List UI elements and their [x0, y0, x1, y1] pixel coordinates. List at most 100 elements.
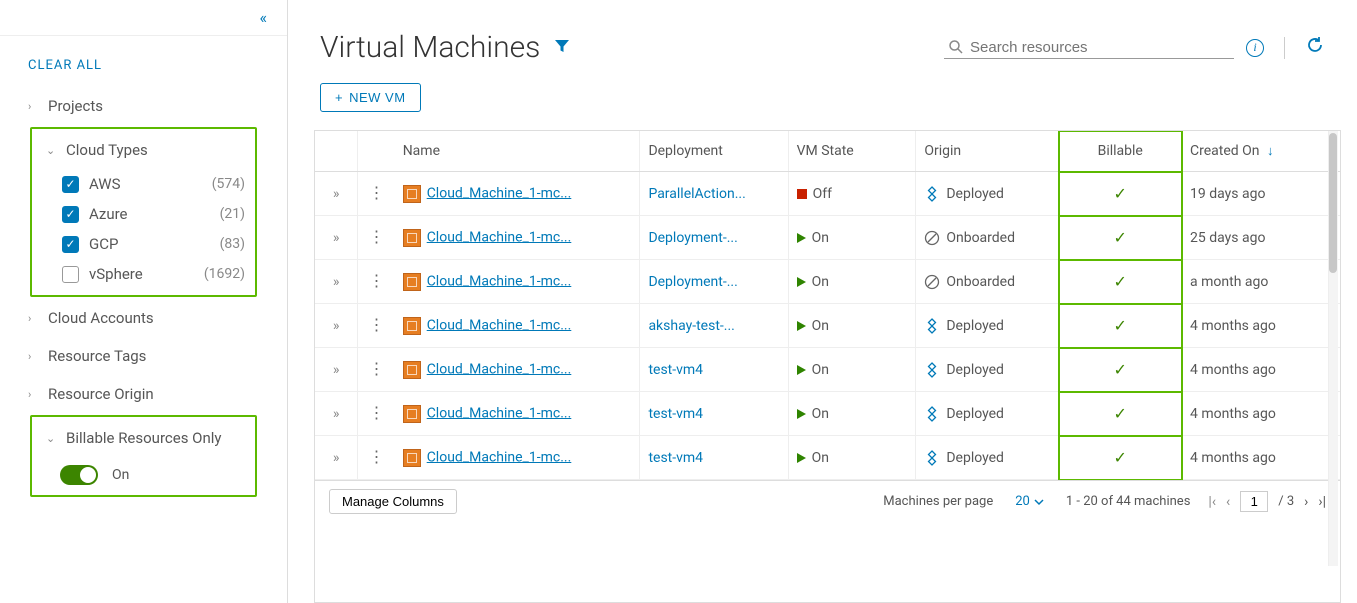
- vm-icon: [403, 405, 421, 423]
- deployment-link[interactable]: Deployment-...: [648, 274, 737, 290]
- origin-icon: [924, 406, 940, 422]
- filter-group-header[interactable]: › Projects: [16, 87, 271, 125]
- table-row: » ⋮ Cloud_Machine_1-mc... akshay-test-... On…: [315, 304, 1340, 348]
- filter-group-header[interactable]: ›Resource Origin: [16, 375, 271, 413]
- scrollbar-track[interactable]: [1328, 131, 1338, 566]
- collapse-sidebar-icon[interactable]: «: [259, 8, 267, 27]
- checkbox[interactable]: ✓: [62, 236, 79, 253]
- col-created[interactable]: Created On ↓: [1182, 131, 1340, 172]
- filter-group-header[interactable]: ⌄Billable Resources Only: [34, 419, 253, 457]
- info-icon[interactable]: i: [1246, 39, 1264, 57]
- row-menu-icon[interactable]: ⋮: [369, 271, 385, 290]
- col-origin[interactable]: Origin: [916, 131, 1059, 172]
- expand-row-icon[interactable]: »: [333, 362, 340, 378]
- deployment-link[interactable]: test-vm4: [648, 450, 703, 466]
- vm-name-link[interactable]: Cloud_Machine_1-mc...: [427, 405, 572, 421]
- checkbox[interactable]: [62, 266, 79, 283]
- scrollbar-thumb[interactable]: [1329, 133, 1337, 273]
- vm-state: On: [812, 318, 829, 334]
- filter-icon[interactable]: [554, 38, 570, 58]
- prev-page-button[interactable]: ‹: [1226, 494, 1230, 510]
- deployment-link[interactable]: ParallelAction...: [648, 186, 745, 202]
- filter-group-label: Cloud Types: [66, 141, 148, 159]
- col-vm-state[interactable]: VM State: [788, 131, 916, 172]
- origin-icon: [924, 274, 940, 290]
- search-input-wrap[interactable]: [944, 37, 1234, 59]
- col-deployment[interactable]: Deployment: [640, 131, 788, 172]
- filter-group-header[interactable]: ⌄ Cloud Types: [34, 131, 253, 169]
- check-icon: ✓: [1114, 448, 1127, 467]
- vm-name-link[interactable]: Cloud_Machine_1-mc...: [427, 229, 572, 245]
- checkbox[interactable]: ✓: [62, 176, 79, 193]
- per-page-value: 20: [1015, 494, 1030, 509]
- billable-toggle[interactable]: [60, 465, 98, 485]
- search-input[interactable]: [964, 39, 1230, 56]
- vm-name-link[interactable]: Cloud_Machine_1-mc...: [427, 273, 572, 289]
- expand-row-icon[interactable]: »: [333, 230, 340, 246]
- first-page-button[interactable]: |‹: [1208, 494, 1216, 510]
- filter-item-count: (574): [212, 176, 245, 192]
- expand-row-icon[interactable]: »: [333, 318, 340, 334]
- origin-label: Deployed: [946, 186, 1004, 202]
- vm-name-link[interactable]: Cloud_Machine_1-mc...: [427, 185, 572, 201]
- row-menu-icon[interactable]: ⋮: [369, 403, 385, 422]
- row-menu-icon[interactable]: ⋮: [369, 227, 385, 246]
- deployment-link[interactable]: test-vm4: [648, 362, 703, 378]
- filter-group-label: Billable Resources Only: [66, 429, 222, 447]
- origin-label: Onboarded: [946, 274, 1015, 290]
- toggle-label: On: [112, 467, 129, 483]
- new-vm-button[interactable]: + NEW VM: [320, 83, 421, 112]
- vm-state: On: [812, 450, 829, 466]
- check-icon: ✓: [1114, 316, 1127, 335]
- play-icon: [797, 321, 806, 331]
- expand-row-icon[interactable]: »: [333, 406, 340, 422]
- refresh-icon[interactable]: [1305, 35, 1325, 60]
- filter-group-header[interactable]: ›Cloud Accounts: [16, 299, 271, 337]
- filter-item[interactable]: ✓GCP(83): [62, 229, 253, 259]
- row-menu-icon[interactable]: ⋮: [369, 359, 385, 378]
- col-name[interactable]: Name: [395, 131, 640, 172]
- vm-state: On: [812, 230, 829, 246]
- expand-row-icon[interactable]: »: [333, 450, 340, 466]
- clear-all-button[interactable]: CLEAR ALL: [0, 36, 287, 87]
- row-menu-icon[interactable]: ⋮: [369, 447, 385, 466]
- filter-item-count: (83): [220, 236, 245, 252]
- manage-columns-button[interactable]: Manage Columns: [329, 489, 457, 514]
- table-row: » ⋮ Cloud_Machine_1-mc... ParallelAction...…: [315, 172, 1340, 216]
- per-page-select[interactable]: 20: [1015, 494, 1044, 509]
- last-page-button[interactable]: ›|: [1318, 494, 1326, 510]
- col-billable[interactable]: Billable: [1059, 131, 1182, 172]
- deployment-link[interactable]: test-vm4: [648, 406, 703, 422]
- vm-name-link[interactable]: Cloud_Machine_1-mc...: [427, 449, 572, 465]
- created-on: 4 months ago: [1190, 362, 1276, 378]
- row-menu-icon[interactable]: ⋮: [369, 315, 385, 334]
- created-on: 4 months ago: [1190, 406, 1276, 422]
- deployment-link[interactable]: Deployment-...: [648, 230, 737, 246]
- filter-group-label: Projects: [48, 97, 103, 115]
- filter-item[interactable]: ✓AWS(574): [62, 169, 253, 199]
- vm-icon: [403, 273, 421, 291]
- filter-item[interactable]: ✓Azure(21): [62, 199, 253, 229]
- page-total: / 3: [1278, 494, 1294, 509]
- vm-state: Off: [813, 186, 832, 202]
- table-row: »⋮Cloud_Machine_1-mc...test-vm4OnDeploye…: [315, 348, 1340, 392]
- filter-item[interactable]: vSphere(1692): [62, 259, 253, 289]
- vm-name-link[interactable]: Cloud_Machine_1-mc...: [427, 317, 572, 333]
- filter-group-header[interactable]: ›Resource Tags: [16, 337, 271, 375]
- divider: [1284, 37, 1285, 59]
- chevron-down-icon: ⌄: [46, 144, 60, 157]
- created-on: 4 months ago: [1190, 318, 1276, 334]
- play-icon: [797, 277, 806, 287]
- origin-icon: [924, 450, 940, 466]
- origin-icon: [924, 362, 940, 378]
- chevron-right-icon: ›: [28, 100, 42, 113]
- range-label: 1 - 20 of 44 machines: [1066, 494, 1191, 509]
- next-page-button[interactable]: ›: [1304, 494, 1308, 510]
- expand-row-icon[interactable]: »: [333, 186, 340, 202]
- page-input[interactable]: [1240, 491, 1268, 512]
- expand-row-icon[interactable]: »: [333, 274, 340, 290]
- checkbox[interactable]: ✓: [62, 206, 79, 223]
- row-menu-icon[interactable]: ⋮: [369, 183, 385, 202]
- vm-name-link[interactable]: Cloud_Machine_1-mc...: [427, 361, 572, 377]
- deployment-link[interactable]: akshay-test-...: [648, 318, 734, 334]
